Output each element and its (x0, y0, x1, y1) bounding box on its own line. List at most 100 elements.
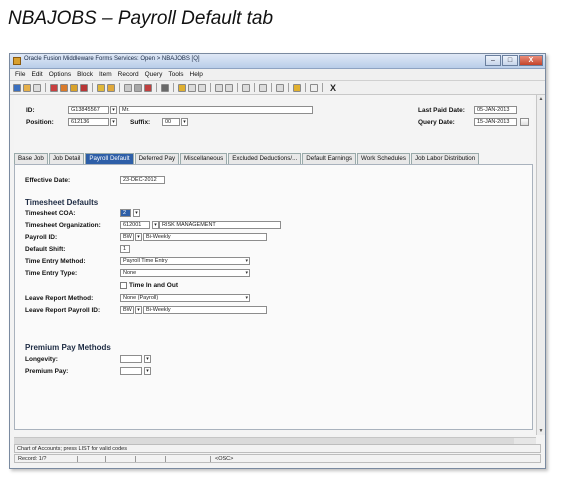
menu-options[interactable]: Options (49, 71, 71, 78)
tab-base-job[interactable]: Base Job (14, 153, 48, 164)
suffix-lookup-button[interactable]: ▾ (181, 118, 188, 126)
time-entry-method-select[interactable]: Payroll Time Entry ▾ (120, 257, 250, 265)
menu-bar: File Edit Options Block Item Record Quer… (10, 69, 545, 81)
lock-icon[interactable] (293, 83, 301, 92)
leave-report-method-select[interactable]: None (Payroll) ▾ (120, 294, 250, 302)
timesheet-organization-label: Timesheet Organization: (25, 222, 101, 229)
insert-record-icon[interactable] (124, 83, 132, 92)
last-paid-date-field: 05-JAN-2013 (474, 106, 517, 114)
tab-miscellaneous[interactable]: Miscellaneous (180, 153, 228, 164)
calendar-icon[interactable] (520, 118, 529, 126)
position-label: Position: (26, 119, 54, 126)
longevity-field[interactable] (120, 355, 142, 363)
timesheet-coa-lookup-button[interactable]: ▾ (133, 209, 140, 217)
horizontal-scrollbar[interactable] (14, 437, 536, 444)
suffix-field[interactable]: 00 (162, 118, 180, 126)
premium-pay-field[interactable] (120, 367, 142, 375)
clear-record-icon[interactable] (144, 83, 152, 92)
exit-icon[interactable]: X (330, 83, 336, 93)
attachment-icon[interactable] (161, 83, 169, 92)
tab-default-earnings[interactable]: Default Earnings (302, 153, 357, 164)
leave-report-payroll-id-field[interactable]: BW (120, 306, 134, 314)
toolbar: X (10, 81, 545, 95)
menu-record[interactable]: Record (118, 71, 139, 78)
payroll-id-field[interactable]: BW (120, 233, 134, 241)
id-lookup-button[interactable]: ▾ (110, 106, 117, 114)
position-field[interactable]: 612136 (68, 118, 109, 126)
options-icon[interactable] (198, 83, 206, 92)
forms-window: Oracle Fusion Middleware Forms Services:… (9, 53, 546, 469)
status-bar: Record: 1/? <OSC> (14, 454, 541, 463)
premium-pay-label: Premium Pay: (25, 368, 69, 375)
info-icon[interactable] (310, 83, 318, 92)
leave-report-method-value: None (Payroll) (123, 295, 159, 301)
menu-item[interactable]: Item (99, 71, 112, 78)
tab-bar: Base Job Job Detail Payroll Default Defe… (14, 153, 533, 164)
timesheet-organization-lookup-button[interactable]: ▾ (152, 221, 159, 229)
menu-file[interactable]: File (15, 71, 25, 78)
search-icon[interactable] (188, 83, 196, 92)
employee-name-field[interactable]: Mr. (119, 106, 313, 114)
record-indicator: Record: 1/? (18, 456, 47, 462)
hint-line: Chart of Accounts; press LIST for valid … (14, 444, 541, 453)
export-icon[interactable] (215, 83, 223, 92)
id-label: ID: (26, 107, 35, 114)
timesheet-organization-field[interactable]: 612001 (120, 221, 150, 229)
menu-query[interactable]: Query (145, 71, 163, 78)
time-entry-type-value: None (123, 270, 137, 276)
document-icon[interactable] (33, 83, 41, 92)
scroll-up-icon[interactable]: ▲ (537, 95, 545, 103)
scroll-down-icon[interactable]: ▼ (537, 427, 545, 435)
tab-job-detail[interactable]: Job Detail (48, 153, 85, 164)
save-icon[interactable] (13, 83, 21, 92)
default-shift-field[interactable]: 1 (120, 245, 130, 253)
print-icon[interactable] (23, 83, 31, 92)
form-content: ID: G13845567 ▾ Mr. Position: 612136 ▾ S… (14, 95, 533, 435)
menu-edit[interactable]: Edit (31, 71, 42, 78)
timesheet-coa-field[interactable]: 2 (120, 209, 131, 217)
chevron-down-icon: ▾ (245, 270, 248, 276)
previous-block-icon[interactable] (60, 83, 68, 92)
user-icon[interactable] (178, 83, 186, 92)
longevity-lookup-button[interactable]: ▾ (144, 355, 151, 363)
execute-query-icon[interactable] (107, 83, 115, 92)
maximize-button[interactable]: □ (502, 55, 518, 66)
window-titlebar: Oracle Fusion Middleware Forms Services:… (10, 54, 545, 69)
menu-help[interactable]: Help (190, 71, 203, 78)
extract-icon[interactable] (225, 83, 233, 92)
payroll-id-lookup-button[interactable]: ▾ (135, 233, 142, 241)
leave-report-payroll-id-lookup-button[interactable]: ▾ (135, 306, 142, 314)
menu-block[interactable]: Block (77, 71, 93, 78)
minimize-button[interactable]: – (485, 55, 501, 66)
query-date-field[interactable]: 15-JAN-2013 (474, 118, 517, 126)
remove-record-icon[interactable] (134, 83, 142, 92)
effective-date-field[interactable]: 23-DEC-2012 (120, 176, 165, 184)
timesheet-coa-label: Timesheet COA: (25, 210, 76, 217)
leave-report-payroll-id-label: Leave Report Payroll ID: (25, 307, 101, 314)
tab-job-labor-distribution[interactable]: Job Labor Distribution (410, 153, 480, 164)
previous-record-icon[interactable] (80, 83, 88, 92)
rollback-icon[interactable] (50, 83, 58, 92)
menu-tools[interactable]: Tools (168, 71, 183, 78)
help-icon[interactable] (259, 83, 267, 92)
tab-work-schedules[interactable]: Work Schedules (357, 153, 410, 164)
time-in-out-checkbox[interactable] (120, 282, 127, 289)
query-date-label: Query Date: (418, 119, 455, 126)
time-entry-type-label: Time Entry Type: (25, 270, 78, 277)
time-entry-type-select[interactable]: None ▾ (120, 269, 250, 277)
window-title: Oracle Fusion Middleware Forms Services:… (24, 56, 200, 62)
payroll-default-panel: Effective Date: 23-DEC-2012 Timesheet De… (14, 164, 533, 430)
item-help-icon[interactable] (276, 83, 284, 92)
payroll-id-description: Bi-Weekly (143, 233, 267, 241)
tab-excluded-deductions[interactable]: Excluded Deductions/... (228, 153, 302, 164)
id-field[interactable]: G13845567 (68, 106, 109, 114)
position-lookup-button[interactable]: ▾ (110, 118, 117, 126)
bdm-icon[interactable] (242, 83, 250, 92)
tab-payroll-default[interactable]: Payroll Default (85, 153, 134, 164)
enter-query-icon[interactable] (97, 83, 105, 92)
tab-deferred-pay[interactable]: Deferred Pay (134, 153, 180, 164)
close-button[interactable]: X (519, 55, 543, 66)
vertical-scrollbar[interactable]: ▲ ▼ (536, 95, 545, 435)
next-block-icon[interactable] (70, 83, 78, 92)
premium-pay-lookup-button[interactable]: ▾ (144, 367, 151, 375)
